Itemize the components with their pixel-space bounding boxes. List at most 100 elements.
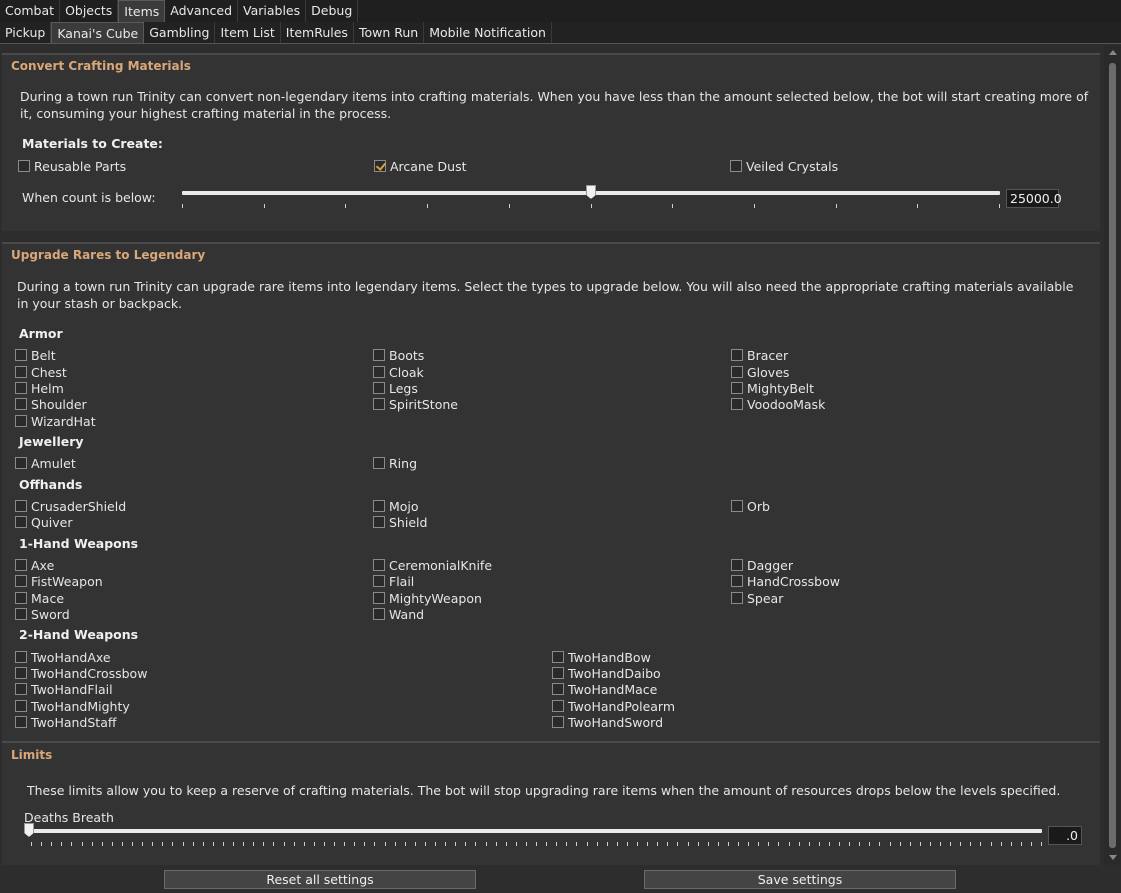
checkbox-box[interactable] bbox=[373, 398, 385, 410]
deaths-breath-value-field[interactable]: .0 bbox=[1048, 826, 1082, 845]
checkbox-cloak[interactable]: Cloak bbox=[373, 364, 424, 380]
tab-variables[interactable]: Variables bbox=[238, 0, 307, 22]
checkbox-box[interactable] bbox=[373, 366, 385, 378]
tab-advanced[interactable]: Advanced bbox=[165, 0, 239, 22]
checkbox-box[interactable] bbox=[373, 575, 385, 587]
checkbox-arcane-dust[interactable]: Arcane Dust bbox=[374, 158, 467, 174]
checkbox-dagger[interactable]: Dagger bbox=[731, 557, 793, 573]
checkbox-gloves[interactable]: Gloves bbox=[731, 364, 789, 380]
checkbox-mightyweapon[interactable]: MightyWeapon bbox=[373, 590, 482, 606]
tab-combat[interactable]: Combat bbox=[0, 0, 61, 22]
checkbox-mightybelt[interactable]: MightyBelt bbox=[731, 380, 814, 396]
tab-items[interactable]: Items bbox=[118, 0, 166, 22]
checkbox-box[interactable] bbox=[730, 160, 742, 172]
count-slider-thumb[interactable] bbox=[586, 185, 596, 199]
checkbox-twohandsword[interactable]: TwoHandSword bbox=[552, 714, 663, 730]
tab-objects[interactable]: Objects bbox=[60, 0, 119, 22]
checkbox-box[interactable] bbox=[15, 700, 27, 712]
scroll-up-arrow-icon[interactable] bbox=[1109, 50, 1117, 55]
checkbox-mojo[interactable]: Mojo bbox=[373, 498, 419, 514]
checkbox-box[interactable] bbox=[373, 349, 385, 361]
checkbox-flail[interactable]: Flail bbox=[373, 573, 414, 589]
checkbox-box[interactable] bbox=[15, 716, 27, 728]
checkbox-fistweapon[interactable]: FistWeapon bbox=[15, 573, 103, 589]
checkbox-box[interactable] bbox=[15, 398, 27, 410]
checkbox-box[interactable] bbox=[18, 160, 30, 172]
checkbox-spear[interactable]: Spear bbox=[731, 590, 783, 606]
checkbox-box-checked[interactable] bbox=[374, 160, 386, 172]
checkbox-twohandpolearm[interactable]: TwoHandPolearm bbox=[552, 698, 675, 714]
checkbox-twohandstaff[interactable]: TwoHandStaff bbox=[15, 714, 116, 730]
checkbox-box[interactable] bbox=[373, 559, 385, 571]
checkbox-box[interactable] bbox=[15, 366, 27, 378]
checkbox-quiver[interactable]: Quiver bbox=[15, 514, 72, 530]
checkbox-box[interactable] bbox=[15, 382, 27, 394]
checkbox-box[interactable] bbox=[552, 716, 564, 728]
tab-kanais-cube[interactable]: Kanai's Cube bbox=[51, 22, 145, 43]
checkbox-shoulder[interactable]: Shoulder bbox=[15, 396, 87, 412]
checkbox-box[interactable] bbox=[15, 516, 27, 528]
checkbox-axe[interactable]: Axe bbox=[15, 557, 54, 573]
checkbox-belt[interactable]: Belt bbox=[15, 347, 56, 363]
checkbox-box[interactable] bbox=[15, 415, 27, 427]
checkbox-box[interactable] bbox=[15, 575, 27, 587]
checkbox-shield[interactable]: Shield bbox=[373, 514, 427, 530]
save-settings-button[interactable]: Save settings bbox=[644, 870, 956, 889]
checkbox-veiled-crystals[interactable]: Veiled Crystals bbox=[730, 158, 838, 174]
deaths-breath-slider-track[interactable] bbox=[26, 829, 1042, 833]
checkbox-twohandbow[interactable]: TwoHandBow bbox=[552, 649, 651, 665]
checkbox-twohandcrossbow[interactable]: TwoHandCrossbow bbox=[15, 665, 147, 681]
count-value-field[interactable]: 25000.0 bbox=[1006, 189, 1062, 208]
checkbox-twohandmighty[interactable]: TwoHandMighty bbox=[15, 698, 130, 714]
tab-pickup[interactable]: Pickup bbox=[0, 22, 52, 43]
scrollbar-thumb[interactable] bbox=[1109, 63, 1116, 848]
tab-gambling[interactable]: Gambling bbox=[144, 22, 216, 43]
checkbox-box[interactable] bbox=[552, 683, 564, 695]
checkbox-bracer[interactable]: Bracer bbox=[731, 347, 788, 363]
checkbox-twohanddaibo[interactable]: TwoHandDaibo bbox=[552, 665, 661, 681]
checkbox-box[interactable] bbox=[15, 500, 27, 512]
tab-itemrules[interactable]: ItemRules bbox=[281, 22, 354, 43]
checkbox-box[interactable] bbox=[373, 457, 385, 469]
checkbox-box[interactable] bbox=[552, 667, 564, 679]
checkbox-box[interactable] bbox=[15, 667, 27, 679]
checkbox-box[interactable] bbox=[731, 382, 743, 394]
checkbox-legs[interactable]: Legs bbox=[373, 380, 418, 396]
tab-town-run[interactable]: Town Run bbox=[354, 22, 425, 43]
checkbox-sword[interactable]: Sword bbox=[15, 606, 70, 622]
checkbox-spiritstone[interactable]: SpiritStone bbox=[373, 396, 458, 412]
checkbox-box[interactable] bbox=[15, 559, 27, 571]
checkbox-box[interactable] bbox=[731, 575, 743, 587]
checkbox-box[interactable] bbox=[731, 592, 743, 604]
checkbox-box[interactable] bbox=[731, 559, 743, 571]
checkbox-mace[interactable]: Mace bbox=[15, 590, 64, 606]
checkbox-amulet[interactable]: Amulet bbox=[15, 455, 76, 471]
checkbox-box[interactable] bbox=[15, 349, 27, 361]
tab-mobile-notification[interactable]: Mobile Notification bbox=[424, 22, 552, 43]
checkbox-crusadershield[interactable]: CrusaderShield bbox=[15, 498, 126, 514]
checkbox-twohandaxe[interactable]: TwoHandAxe bbox=[15, 649, 111, 665]
checkbox-wand[interactable]: Wand bbox=[373, 606, 424, 622]
checkbox-orb[interactable]: Orb bbox=[731, 498, 770, 514]
checkbox-handcrossbow[interactable]: HandCrossbow bbox=[731, 573, 840, 589]
checkbox-chest[interactable]: Chest bbox=[15, 364, 67, 380]
checkbox-reusable-parts[interactable]: Reusable Parts bbox=[18, 158, 126, 174]
reset-all-settings-button[interactable]: Reset all settings bbox=[164, 870, 476, 889]
vertical-scrollbar[interactable] bbox=[1104, 45, 1121, 865]
checkbox-wizardhat[interactable]: WizardHat bbox=[15, 413, 96, 429]
checkbox-box[interactable] bbox=[15, 592, 27, 604]
deaths-breath-slider-thumb[interactable] bbox=[24, 823, 34, 837]
checkbox-boots[interactable]: Boots bbox=[373, 347, 424, 363]
scroll-down-arrow-icon[interactable] bbox=[1109, 855, 1117, 860]
checkbox-box[interactable] bbox=[731, 500, 743, 512]
checkbox-helm[interactable]: Helm bbox=[15, 380, 64, 396]
checkbox-ceremonialknife[interactable]: CeremonialKnife bbox=[373, 557, 492, 573]
tab-item-list[interactable]: Item List bbox=[215, 22, 281, 43]
checkbox-box[interactable] bbox=[15, 651, 27, 663]
checkbox-box[interactable] bbox=[552, 651, 564, 663]
checkbox-box[interactable] bbox=[731, 366, 743, 378]
checkbox-ring[interactable]: Ring bbox=[373, 455, 417, 471]
checkbox-box[interactable] bbox=[731, 349, 743, 361]
checkbox-box[interactable] bbox=[15, 683, 27, 695]
checkbox-box[interactable] bbox=[552, 700, 564, 712]
